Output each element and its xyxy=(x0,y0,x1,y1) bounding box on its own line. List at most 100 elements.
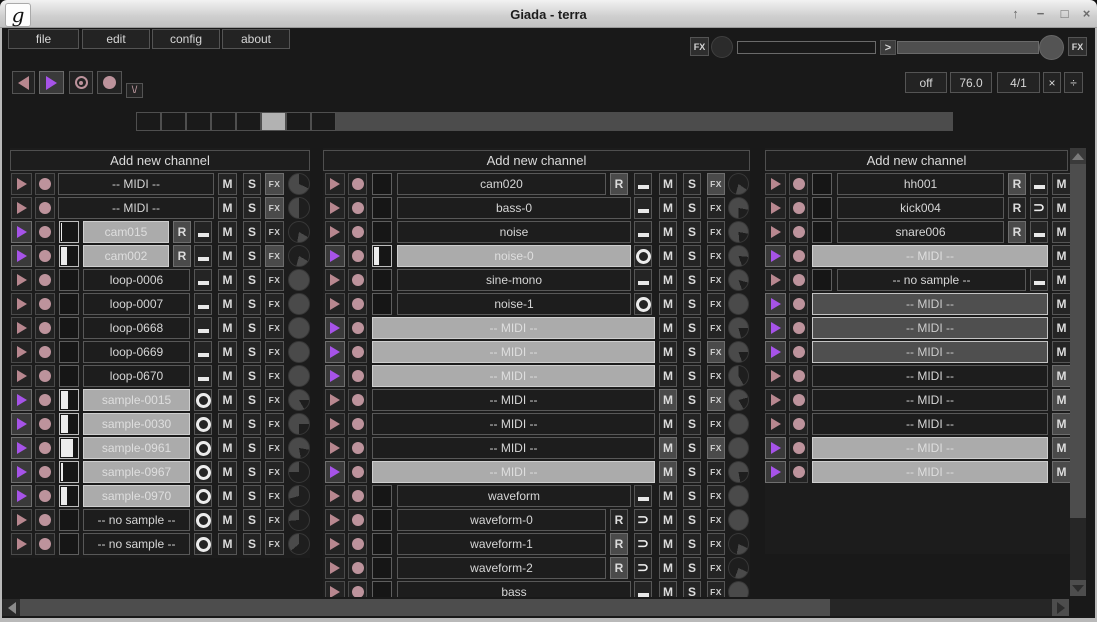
channel-volume-knob[interactable] xyxy=(728,509,749,531)
channel-arm-button[interactable] xyxy=(789,389,808,411)
channel-fx-button[interactable]: FX xyxy=(265,365,284,387)
channel-fx-button[interactable]: FX xyxy=(707,197,725,219)
channel-play-button[interactable] xyxy=(325,437,345,459)
channel-name-button[interactable]: loop-0668 xyxy=(83,317,190,339)
channel-name-button[interactable]: -- MIDI -- xyxy=(372,317,655,339)
channel-volume-knob[interactable] xyxy=(728,461,749,483)
channel-mute-button[interactable]: M xyxy=(1052,413,1070,435)
channel-mute-button[interactable]: M xyxy=(218,509,237,531)
channel-name-button[interactable]: -- MIDI -- xyxy=(372,413,655,435)
channel-play-button[interactable] xyxy=(11,269,32,291)
channel-mode-button[interactable] xyxy=(634,221,652,243)
channel-arm-button[interactable] xyxy=(348,581,367,597)
channel-volume-knob[interactable] xyxy=(288,437,310,459)
channel-mute-button[interactable]: M xyxy=(659,485,677,507)
beat-sequencer[interactable] xyxy=(136,112,953,131)
channel-mute-button[interactable]: M xyxy=(1052,245,1070,267)
channel-arm-button[interactable] xyxy=(789,365,808,387)
channel-mode-button[interactable] xyxy=(634,293,652,315)
channel-fx-button[interactable]: FX xyxy=(707,437,725,459)
channel-volume-knob[interactable] xyxy=(728,533,749,555)
channel-solo-button[interactable]: S xyxy=(243,533,261,555)
vertical-scroll-thumb[interactable] xyxy=(1070,164,1086,518)
channel-mute-button[interactable]: M xyxy=(218,317,237,339)
channel-name-button[interactable]: sample-0961 xyxy=(83,437,190,459)
channel-name-button[interactable]: -- MIDI -- xyxy=(372,437,655,459)
channel-arm-button[interactable] xyxy=(348,317,367,339)
minimize-icon[interactable]: − xyxy=(1031,5,1050,22)
channel-fx-button[interactable]: FX xyxy=(265,245,284,267)
channel-play-button[interactable] xyxy=(11,413,32,435)
channel-volume-knob[interactable] xyxy=(288,485,310,507)
channel-mute-button[interactable]: M xyxy=(218,341,237,363)
channel-name-button[interactable]: waveform xyxy=(397,485,631,507)
channel-fx-button[interactable]: FX xyxy=(265,341,284,363)
channel-mute-button[interactable]: M xyxy=(659,413,677,435)
bpm-button[interactable]: 76.0 xyxy=(950,72,992,93)
channel-play-button[interactable] xyxy=(11,317,32,339)
channel-mute-button[interactable]: M xyxy=(218,173,237,195)
channel-solo-button[interactable]: S xyxy=(683,461,701,483)
channel-play-button[interactable] xyxy=(11,389,32,411)
channel-solo-button[interactable]: S xyxy=(243,389,261,411)
channel-solo-button[interactable]: S xyxy=(683,581,701,597)
channel-name-button[interactable]: waveform-1 xyxy=(397,533,606,555)
menu-config[interactable]: config xyxy=(152,29,220,49)
channel-arm-button[interactable] xyxy=(35,173,55,195)
channel-solo-button[interactable]: S xyxy=(683,197,701,219)
channel-mute-button[interactable]: M xyxy=(218,389,237,411)
input-record-button[interactable] xyxy=(97,71,122,94)
channel-volume-knob[interactable] xyxy=(728,269,749,291)
channel-solo-button[interactable]: S xyxy=(683,341,701,363)
channel-play-button[interactable] xyxy=(325,413,345,435)
channel-arm-button[interactable] xyxy=(789,341,808,363)
channel-arm-button[interactable] xyxy=(348,245,367,267)
channel-volume-knob[interactable] xyxy=(728,389,749,411)
channel-play-button[interactable] xyxy=(765,341,786,363)
channel-mute-button[interactable]: M xyxy=(659,533,677,555)
channel-play-button[interactable] xyxy=(765,461,786,483)
channel-play-button[interactable] xyxy=(11,173,32,195)
channel-solo-button[interactable]: S xyxy=(683,245,701,267)
channel-mute-button[interactable]: M xyxy=(218,245,237,267)
channel-fx-button[interactable]: FX xyxy=(265,197,284,219)
beats-button[interactable]: 4/1 xyxy=(997,72,1040,93)
channel-fx-button[interactable]: FX xyxy=(707,581,725,597)
channel-mute-button[interactable]: M xyxy=(659,341,677,363)
channel-solo-button[interactable]: S xyxy=(243,485,261,507)
channel-solo-button[interactable]: S xyxy=(683,485,701,507)
channel-volume-knob[interactable] xyxy=(288,317,310,339)
channel-mode-button[interactable]: ⊃ xyxy=(634,557,652,579)
channel-mute-button[interactable]: M xyxy=(659,245,677,267)
scroll-right-button[interactable] xyxy=(1052,599,1069,616)
channel-mode-button[interactable] xyxy=(194,533,212,555)
channel-mute-button[interactable]: M xyxy=(659,509,677,531)
channel-mute-button[interactable]: M xyxy=(659,389,677,411)
channel-name-button[interactable]: -- MIDI -- xyxy=(372,365,655,387)
channel-read-actions-button[interactable]: R xyxy=(610,557,628,579)
channel-name-button[interactable]: -- MIDI -- xyxy=(812,293,1048,315)
channel-solo-button[interactable]: S xyxy=(243,269,261,291)
channel-play-button[interactable] xyxy=(765,437,786,459)
channel-name-button[interactable]: cam020 xyxy=(397,173,606,195)
channel-volume-knob[interactable] xyxy=(728,341,749,363)
channel-name-button[interactable]: -- MIDI -- xyxy=(812,341,1048,363)
channel-fx-button[interactable]: FX xyxy=(265,221,284,243)
channel-mode-button[interactable] xyxy=(194,437,212,459)
channel-name-button[interactable]: loop-0669 xyxy=(83,341,190,363)
channel-arm-button[interactable] xyxy=(348,269,367,291)
channel-mute-button[interactable]: M xyxy=(659,269,677,291)
channel-volume-knob[interactable] xyxy=(288,389,310,411)
channel-mute-button[interactable]: M xyxy=(1052,389,1070,411)
channel-arm-button[interactable] xyxy=(348,461,367,483)
channel-name-button[interactable]: cam015 xyxy=(83,221,169,243)
master-out-fx-button[interactable]: FX xyxy=(1068,37,1087,56)
channel-fx-button[interactable]: FX xyxy=(707,413,725,435)
channel-play-button[interactable] xyxy=(11,293,32,315)
channel-fx-button[interactable]: FX xyxy=(265,533,284,555)
channel-read-actions-button[interactable]: R xyxy=(173,245,191,267)
channel-mute-button[interactable]: M xyxy=(1052,173,1070,195)
channel-volume-knob[interactable] xyxy=(728,317,749,339)
channel-solo-button[interactable]: S xyxy=(243,437,261,459)
channel-arm-button[interactable] xyxy=(789,461,808,483)
